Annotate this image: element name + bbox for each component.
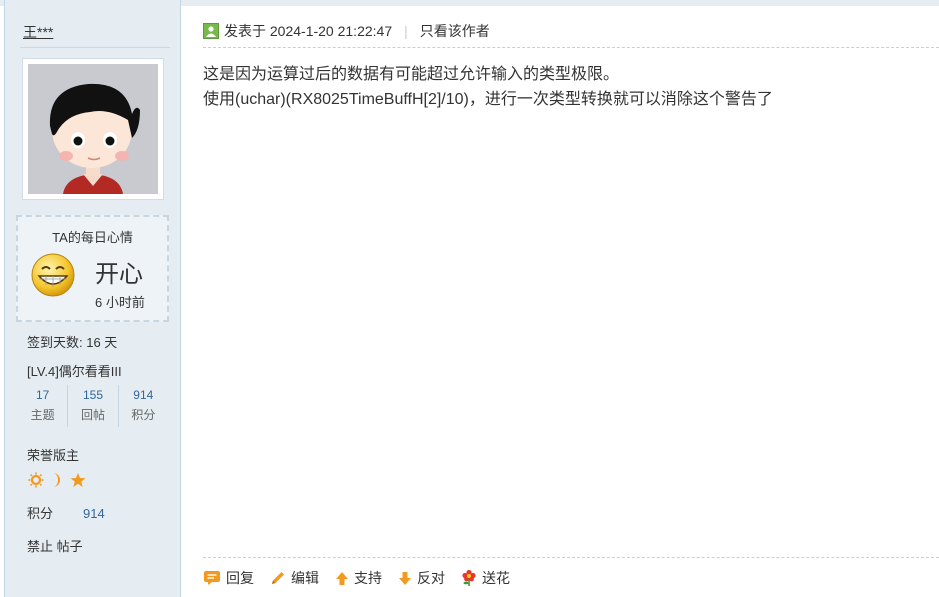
banned-status: 禁止 帖子 bbox=[27, 539, 83, 554]
reply-icon bbox=[203, 570, 221, 586]
support-label: 支持 bbox=[354, 570, 382, 586]
moon-icon bbox=[50, 472, 64, 491]
avatar-image bbox=[28, 64, 158, 194]
post-line: 这是因为运算过后的数据有可能超过允许输入的类型极限。 bbox=[203, 66, 620, 83]
flower-label: 送花 bbox=[482, 570, 510, 586]
oppose-button[interactable]: 反对 bbox=[398, 568, 445, 588]
oppose-label: 反对 bbox=[417, 570, 445, 586]
points-label: 积分 bbox=[27, 506, 54, 521]
rank-title-link[interactable]: 荣誉版主 bbox=[27, 445, 79, 464]
post-header: 发表于 2024-1-20 21:22:47 | 只看该作者 bbox=[203, 18, 490, 44]
send-flower-button[interactable]: 送花 bbox=[461, 568, 510, 588]
flower-icon bbox=[461, 569, 477, 587]
points-row: 积分 914 bbox=[27, 503, 105, 522]
post-content: 这是因为运算过后的数据有可能超过允许输入的类型极限。 使用(uchar)(RX8… bbox=[203, 62, 923, 112]
post-actions: 回复 编辑 支持 反对 送花 bbox=[203, 568, 510, 588]
stat-threads[interactable]: 17 主题 bbox=[18, 385, 67, 427]
edit-button[interactable]: 编辑 bbox=[270, 568, 319, 588]
author-name-link[interactable]: 王*** bbox=[23, 22, 53, 42]
reply-button[interactable]: 回复 bbox=[203, 568, 254, 588]
edit-label: 编辑 bbox=[291, 570, 319, 586]
author-sidebar: 王*** TA的每日心情 开心 6 小时前 签到天数: 16 天 [LV.4]偶… bbox=[4, 0, 181, 597]
header-divider bbox=[203, 47, 939, 48]
sun-icon bbox=[28, 472, 44, 491]
mood-time: 6 小时前 bbox=[95, 295, 145, 310]
support-button[interactable]: 支持 bbox=[335, 568, 382, 588]
grinning-face-icon bbox=[30, 252, 76, 298]
stat-replies[interactable]: 155 回帖 bbox=[67, 385, 117, 427]
user-level-link[interactable]: [LV.4]偶尔看看III bbox=[27, 361, 122, 380]
stat-label: 主题 bbox=[30, 408, 55, 422]
post-line: 使用(uchar)(RX8025TimeBuffH[2]/10)，进行一次类型转… bbox=[203, 91, 773, 108]
stat-value: 914 bbox=[133, 388, 154, 402]
arrow-up-icon bbox=[335, 570, 349, 586]
stat-label: 积分 bbox=[131, 408, 156, 422]
mood-title: TA的每日心情 bbox=[52, 230, 133, 245]
user-online-icon bbox=[203, 23, 219, 39]
posted-time: 2024-1-20 21:22:47 bbox=[269, 23, 393, 39]
checkin-days: 签到天数: 16 天 bbox=[27, 335, 118, 350]
stat-label: 回帖 bbox=[80, 408, 105, 422]
avatar[interactable] bbox=[22, 58, 164, 200]
footer-divider bbox=[203, 557, 939, 558]
divider bbox=[20, 47, 170, 48]
pencil-icon bbox=[270, 570, 286, 586]
stat-points[interactable]: 914 积分 bbox=[117, 385, 168, 427]
star-icon bbox=[70, 472, 86, 491]
stat-value: 17 bbox=[35, 388, 50, 402]
stat-value: 155 bbox=[82, 388, 103, 402]
reply-label: 回复 bbox=[226, 570, 254, 586]
header-separator: | bbox=[404, 23, 408, 39]
daily-mood-box: TA的每日心情 开心 6 小时前 bbox=[16, 215, 169, 322]
posted-label: 发表于 bbox=[224, 23, 266, 39]
arrow-down-icon bbox=[398, 570, 412, 586]
mood-text: 开心 bbox=[95, 261, 143, 288]
rank-medals bbox=[28, 472, 86, 491]
points-value: 914 bbox=[83, 506, 105, 521]
author-only-link[interactable]: 只看该作者 bbox=[420, 21, 490, 41]
user-stats: 17 主题 155 回帖 914 积分 bbox=[18, 385, 168, 427]
